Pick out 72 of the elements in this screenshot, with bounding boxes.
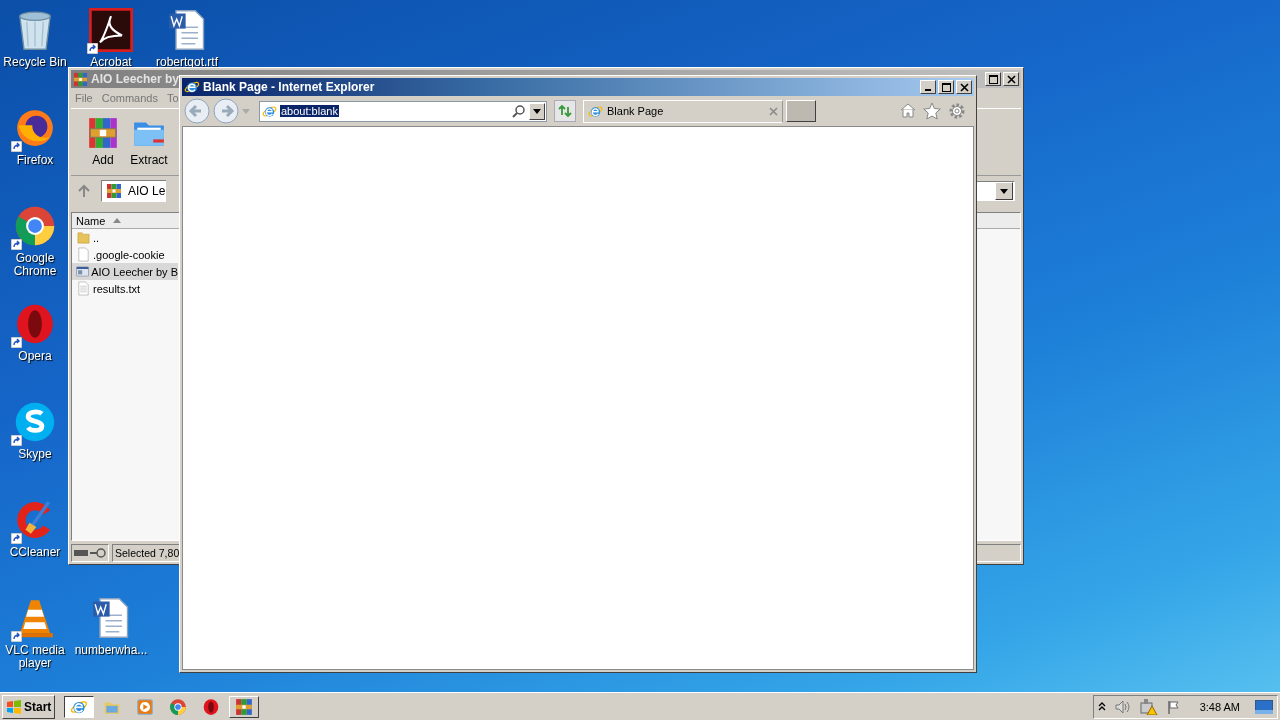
maximize-icon — [941, 82, 951, 92]
shortcut-arrow-icon — [11, 337, 22, 348]
arrows-icon — [557, 104, 573, 118]
desktop-icon-label[interactable]: Opera — [18, 350, 52, 363]
shortcut-arrow-icon — [11, 631, 22, 642]
toolbar-button[interactable]: Extract — [129, 112, 169, 172]
archive-icon[interactable] — [235, 697, 254, 716]
search-icon[interactable] — [512, 104, 526, 118]
new-tab-button[interactable] — [786, 100, 816, 122]
maximize-icon — [988, 74, 998, 84]
desktop-icon-label[interactable]: Acrobat — [90, 56, 132, 69]
internet-explorer-icon[interactable] — [184, 79, 200, 95]
close-button[interactable] — [1003, 72, 1019, 86]
books-icon[interactable] — [86, 116, 120, 150]
archive-icon[interactable] — [106, 183, 122, 199]
desktop-icon-label[interactable]: VLC media player — [2, 644, 68, 670]
network-warning-icon[interactable] — [1139, 698, 1158, 715]
desktop-icon-label[interactable]: Firefox — [16, 154, 54, 167]
close-icon — [1006, 74, 1016, 84]
shortcut-arrow-icon — [87, 43, 98, 54]
star-icon[interactable] — [923, 102, 941, 120]
chrome-icon[interactable] — [169, 697, 188, 716]
clock[interactable]: 3:48 AM — [1199, 700, 1240, 713]
home-icon[interactable] — [900, 102, 916, 118]
dropdown-button[interactable] — [995, 182, 1013, 200]
taskbar-button[interactable] — [64, 695, 95, 718]
window-title: Blank Page - Internet Explorer — [203, 80, 376, 94]
skype-icon[interactable] — [13, 400, 57, 444]
key-icon — [90, 548, 106, 558]
archive-icon[interactable] — [73, 71, 88, 87]
desktop-icon-label[interactable]: Google Chrome — [2, 252, 68, 278]
speaker-icon[interactable] — [1114, 699, 1131, 714]
caret-icon — [533, 108, 541, 114]
show-desktop-icon[interactable] — [1255, 699, 1273, 714]
file-row[interactable]: results.txt — [72, 280, 178, 297]
shortcut-arrow-icon — [11, 141, 22, 152]
application-icon — [76, 264, 90, 279]
file-row[interactable]: .. — [72, 229, 178, 246]
address-field[interactable]: AIO Le — [101, 180, 166, 202]
address-field[interactable]: about:blank — [259, 100, 547, 122]
close-button[interactable] — [956, 80, 972, 94]
shortcut-arrow-icon — [11, 239, 22, 250]
desktop-icon-label[interactable]: Skype — [18, 448, 52, 461]
desktop-icon-label[interactable]: robertgot.rtf — [156, 56, 218, 69]
acrobat-icon[interactable] — [89, 8, 133, 52]
desktop-icon-label[interactable]: numberwha... — [74, 644, 148, 657]
drive-icon — [74, 550, 88, 556]
maximize-button[interactable] — [985, 72, 1001, 86]
refresh-button[interactable] — [554, 100, 576, 122]
maximize-button[interactable] — [938, 80, 954, 94]
shortcut-arrow-icon — [11, 435, 22, 446]
close-icon — [959, 82, 969, 92]
desktop-icon-label[interactable]: CCleaner — [9, 546, 61, 559]
file-row[interactable]: AIO Leecher by B — [72, 263, 178, 280]
caret-icon — [1000, 188, 1008, 194]
text-file-icon — [76, 281, 91, 296]
opera-icon[interactable] — [202, 697, 221, 716]
dropdown-button[interactable] — [529, 102, 545, 120]
windows-logo-icon — [6, 699, 22, 714]
settings-icon[interactable] — [948, 102, 966, 120]
window-title: AIO Leecher by — [91, 72, 181, 86]
minimize-button[interactable] — [920, 80, 936, 94]
flag-icon[interactable] — [1166, 699, 1181, 714]
start-button[interactable]: Start — [2, 694, 56, 719]
chevron-icon[interactable] — [1097, 702, 1106, 711]
shortcut-arrow-icon — [11, 533, 22, 544]
toolbar-button[interactable]: Add — [83, 112, 123, 172]
chrome-icon[interactable] — [13, 204, 57, 248]
sort-arrow-icon — [113, 218, 122, 223]
file-row[interactable]: .google-cookie — [72, 246, 178, 263]
media-player-icon[interactable] — [136, 697, 155, 716]
desktop-icon-label[interactable]: Recycle Bin — [3, 56, 67, 69]
